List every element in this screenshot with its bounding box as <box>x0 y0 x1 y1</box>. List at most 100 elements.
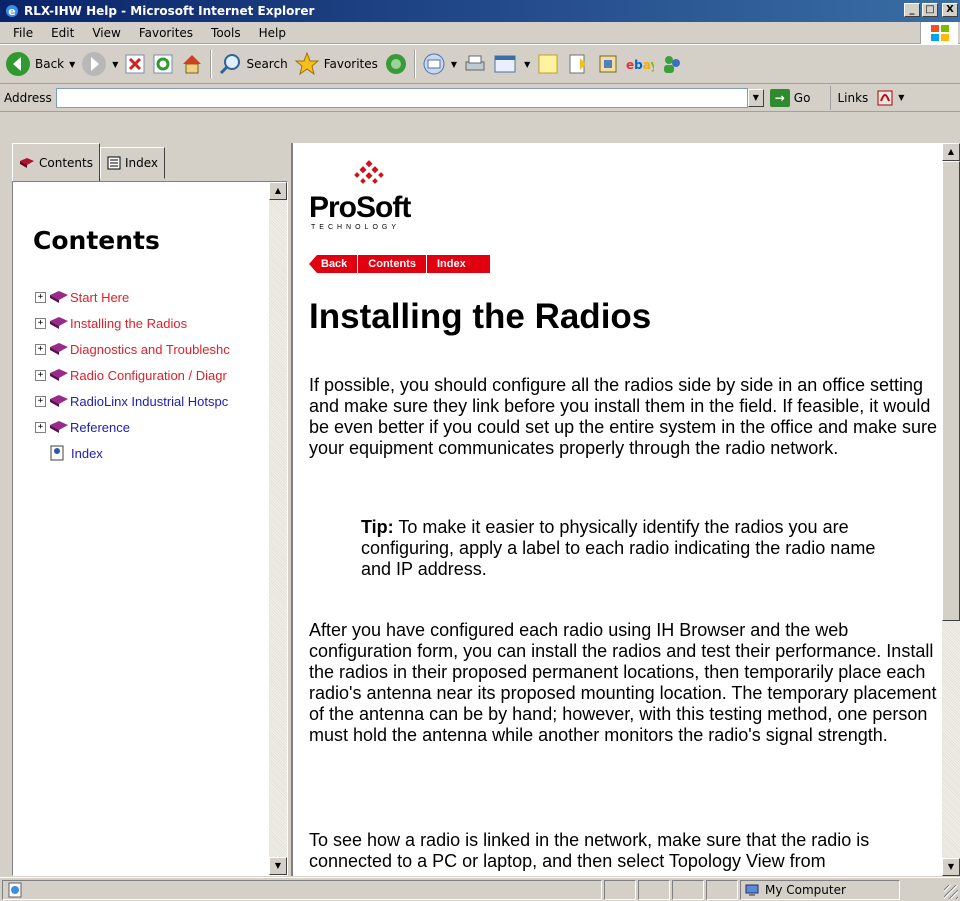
minimize-button[interactable]: _ <box>904 3 920 17</box>
toc-scrollbar[interactable]: ▲ ▼ <box>269 182 287 875</box>
status-text <box>2 879 602 900</box>
status-cell <box>638 879 670 900</box>
refresh-icon <box>153 54 173 74</box>
toc-item-reference[interactable]: + Reference <box>35 414 230 440</box>
people-icon <box>664 56 681 73</box>
maximize-button[interactable]: □ <box>922 3 938 17</box>
content-pane: ProSoft TECHNOLOGY Back Contents Index I… <box>291 143 960 876</box>
expand-icon[interactable]: + <box>35 421 46 433</box>
tip-label: Tip: <box>361 517 394 537</box>
scroll-down-button[interactable]: ▼ <box>269 857 287 875</box>
toolbar-separator <box>413 50 416 78</box>
menu-favorites[interactable]: Favorites <box>130 26 202 40</box>
back-button[interactable]: Back ▼ <box>2 47 78 81</box>
svg-text:e: e <box>8 5 15 18</box>
address-dropdown-button[interactable]: ▼ <box>747 88 764 107</box>
status-bar: My Computer <box>0 877 960 901</box>
tab-contents[interactable]: Contents <box>12 143 100 181</box>
chevron-down-icon: ▼ <box>112 59 119 69</box>
search-button[interactable]: Search <box>215 47 290 81</box>
toc-item-radio-configuration[interactable]: + Radio Configuration / Diagr <box>35 362 230 388</box>
chevron-down-icon: ▼ <box>524 59 531 69</box>
mail-icon <box>423 53 445 75</box>
book-icon <box>50 369 68 381</box>
expand-icon[interactable]: + <box>35 395 46 407</box>
tab-index[interactable]: Index <box>99 147 166 179</box>
scroll-down-button[interactable]: ▼ <box>942 858 960 876</box>
toolbar: Back ▼ ▼ Search Favorites ▼ ▼ eba <box>0 44 960 84</box>
nav-contents-button[interactable]: Contents <box>358 255 427 273</box>
menu-help[interactable]: Help <box>250 26 295 40</box>
title-bar: e RLX-IHW Help - Microsoft Internet Expl… <box>0 0 960 22</box>
scroll-thumb[interactable] <box>942 161 960 621</box>
forward-arrow-icon <box>82 52 107 76</box>
page-title: Installing the Radios <box>309 297 652 336</box>
note-icon <box>538 54 558 74</box>
toc-item-radiolinx-hotspot[interactable]: + RadioLinx Industrial Hotspc <box>35 388 230 414</box>
ebay-button[interactable]: ebay <box>623 47 657 81</box>
expand-icon[interactable]: + <box>35 291 46 303</box>
paragraph-install: After you have configured each radio usi… <box>309 620 937 745</box>
resize-grip[interactable] <box>944 885 958 899</box>
edit-button[interactable]: ▼ <box>490 47 533 81</box>
menu-tools[interactable]: Tools <box>202 26 250 40</box>
computer-icon <box>745 884 759 896</box>
stop-button[interactable] <box>121 47 149 81</box>
contacts-button[interactable] <box>657 47 687 81</box>
index-list-icon <box>107 156 121 170</box>
research-icon <box>569 54 587 74</box>
print-button[interactable] <box>460 47 490 81</box>
go-button[interactable]: → Go <box>769 88 810 107</box>
links-toolbar[interactable]: Links ▼ <box>830 85 904 110</box>
toc-item-diagnostics[interactable]: + Diagnostics and Troubleshc <box>35 336 230 362</box>
search-icon <box>220 54 241 75</box>
toc-item-start-here[interactable]: + Start Here <box>35 284 230 310</box>
navigation-pane: Contents Index Contents + Start Here + I… <box>0 143 290 876</box>
notes-button[interactable] <box>533 47 563 81</box>
home-button[interactable] <box>177 47 207 81</box>
pdf-icon[interactable] <box>876 89 894 107</box>
toc-item-installing-the-radios[interactable]: + Installing the Radios <box>35 310 230 336</box>
svg-text:ProSoft: ProSoft <box>309 191 411 224</box>
paragraph-intro: If possible, you should configure all th… <box>309 375 938 458</box>
book-icon <box>50 317 68 329</box>
close-button[interactable]: X <box>942 3 958 17</box>
table-of-contents: Contents + Start Here + Installing the R… <box>12 181 288 876</box>
toc-item-index[interactable]: Index <box>35 440 230 466</box>
refresh-button[interactable] <box>149 47 177 81</box>
svg-text:TECHNOLOGY: TECHNOLOGY <box>311 224 400 231</box>
media-button[interactable] <box>381 47 411 81</box>
tip-note: Tip: To make it easier to physically ide… <box>361 517 881 580</box>
expand-icon[interactable]: + <box>35 369 46 381</box>
forward-button[interactable]: ▼ <box>78 47 121 81</box>
content-scrollbar[interactable]: ▲ ▼ <box>942 143 960 876</box>
nav-index-button[interactable]: Index <box>426 255 491 273</box>
menu-file[interactable]: File <box>4 26 42 40</box>
home-icon <box>183 55 202 74</box>
book-icon <box>50 421 68 433</box>
toc-list: + Start Here + Installing the Radios + D… <box>35 284 230 466</box>
chevron-down-icon: ▼ <box>450 59 458 69</box>
menu-bar: File Edit View Favorites Tools Help <box>0 22 960 44</box>
expand-icon[interactable]: + <box>35 343 46 355</box>
chevron-down-icon[interactable]: ▼ <box>898 93 904 102</box>
favorites-button[interactable]: Favorites <box>291 47 381 81</box>
star-icon <box>294 51 320 76</box>
messenger-button[interactable] <box>593 47 623 81</box>
research-button[interactable] <box>563 47 593 81</box>
page-icon <box>50 445 64 461</box>
address-input[interactable] <box>55 87 748 108</box>
nav-back-button[interactable]: Back <box>309 255 359 273</box>
svg-text:ebay: ebay <box>626 58 654 72</box>
tip-text: To make it easier to physically identify… <box>361 517 876 579</box>
expand-icon[interactable]: + <box>35 317 46 329</box>
media-icon <box>385 54 406 74</box>
scroll-up-button[interactable]: ▲ <box>942 143 960 161</box>
menu-edit[interactable]: Edit <box>42 26 83 40</box>
status-cell <box>706 879 738 900</box>
security-zone: My Computer <box>740 879 900 900</box>
mail-button[interactable]: ▼ <box>419 47 460 81</box>
menu-view[interactable]: View <box>83 26 129 40</box>
book-icon <box>50 291 68 303</box>
scroll-up-button[interactable]: ▲ <box>269 182 287 200</box>
